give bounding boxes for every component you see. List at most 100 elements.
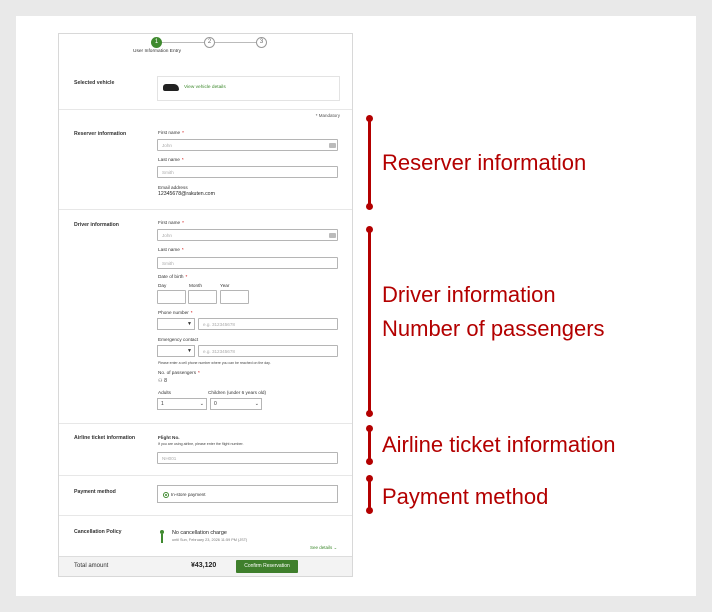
phone-label-text: Phone number — [158, 310, 189, 315]
section-divider — [59, 515, 352, 516]
section-divider — [59, 209, 352, 210]
step-connector — [162, 42, 204, 43]
step-2-dot: 2 — [204, 37, 215, 48]
passengers-total: ⚇ 8 — [158, 378, 167, 384]
flight-no-label: Flight No. — [158, 435, 180, 440]
phone-country-select[interactable]: ▼ — [157, 318, 195, 330]
autofill-icon — [329, 143, 336, 148]
bracket-driver — [368, 229, 371, 414]
emergency-contact-label: Emergency contact — [158, 337, 199, 342]
vehicle-card: View vehicle details — [157, 76, 340, 101]
driver-first-name-label: First name * — [158, 220, 184, 225]
bracket-reserver — [368, 118, 371, 207]
dob-label-text: Date of birth — [158, 274, 184, 279]
bracket-end — [366, 475, 373, 482]
total-amount-value: ¥43,120 — [191, 562, 217, 569]
phone-input[interactable]: e.g. 312345678 — [198, 318, 338, 330]
section-divider — [59, 109, 352, 110]
section-label-cancellation: Cancellation Policy — [74, 529, 122, 535]
adults-label: Adults — [158, 390, 172, 395]
annotation-airline: Airline ticket information — [382, 432, 616, 457]
driver-last-name-input[interactable]: Smith — [157, 257, 338, 269]
email-label: Email address — [158, 185, 188, 190]
children-label: Children (under 6 years old) — [208, 390, 267, 395]
payment-option-label: In-store payment — [171, 492, 206, 497]
chevron-down-icon: ⌄ — [199, 401, 204, 407]
see-details-link[interactable]: See details ⌄ — [310, 545, 337, 551]
bracket-end — [366, 507, 373, 514]
cancellation-detail: until Sun, February 23, 2026 11:59 PM (J… — [172, 538, 248, 542]
reserver-last-name-label: Last name * — [158, 157, 184, 162]
section-divider — [59, 423, 352, 424]
reserver-first-name-label: First name * — [158, 130, 184, 135]
summary-footer: Total amount ¥43,120 Confirm Reservation — [59, 556, 352, 576]
step-1-label: User Information Entry — [133, 49, 181, 54]
emergency-contact-input[interactable]: e.g. 312345678 — [198, 345, 338, 357]
dob-year-input[interactable] — [220, 290, 249, 304]
section-label-payment: Payment method — [74, 489, 116, 495]
flight-no-input[interactable]: NH001 — [157, 452, 338, 464]
section-divider — [59, 475, 352, 476]
driver-last-name-label-text: Last name — [158, 247, 180, 252]
driver-first-name-label-text: First name — [158, 220, 181, 225]
caret-down-icon: ▼ — [187, 321, 192, 327]
dob-day-input[interactable] — [157, 290, 186, 304]
reserver-last-name-label-text: Last name — [158, 157, 180, 162]
see-details-text: See details — [310, 545, 333, 550]
bracket-airline — [368, 428, 371, 462]
annotation-payment: Payment method — [382, 484, 549, 509]
bracket-end — [366, 226, 373, 233]
bracket-end — [366, 203, 373, 210]
section-label-airline: Airline ticket information — [74, 435, 136, 441]
dob-year-label: Year — [220, 283, 230, 288]
section-label-reserver: Reserver information — [74, 131, 127, 137]
driver-first-name-input[interactable]: John — [157, 229, 338, 241]
bracket-end — [366, 115, 373, 122]
bracket-end — [366, 410, 373, 417]
emergency-country-select[interactable]: ▼ — [157, 345, 195, 357]
section-label-selected-vehicle: Selected vehicle — [74, 80, 115, 86]
emergency-contact-note: Please enter a cell phone number where y… — [158, 361, 271, 365]
caret-down-icon: ▼ — [187, 348, 192, 354]
cancellation-title: No cancellation charge — [172, 530, 227, 536]
annotation-reserver: Reserver information — [382, 150, 587, 175]
dob-month-input[interactable] — [188, 290, 217, 304]
email-value: 12345678@rakuten.com — [158, 191, 215, 197]
chevron-down-icon: ⌄ — [254, 401, 259, 407]
children-select[interactable]: 0 ⌄ — [210, 398, 262, 410]
reserver-first-name-input[interactable]: John — [157, 139, 338, 151]
payment-option-in-store[interactable]: In-store payment — [157, 485, 338, 503]
annotation-driver: Driver information — [382, 282, 556, 307]
view-vehicle-details-link[interactable]: View vehicle details — [184, 85, 226, 90]
dob-month-label: Month — [189, 283, 203, 288]
step-1-dot: 1 — [151, 37, 162, 48]
driver-last-name-label: Last name * — [158, 247, 184, 252]
total-amount-label: Total amount — [74, 563, 109, 569]
flight-no-note: If you are using airline, please enter t… — [158, 442, 244, 446]
radio-selected-dot — [165, 494, 167, 496]
autofill-icon — [329, 233, 336, 238]
reservation-form: 1 2 3 User Information Entry Selected ve… — [58, 33, 353, 577]
passengers-label: No. of passengers * — [158, 370, 200, 375]
section-label-driver: Driver information — [74, 222, 119, 228]
passengers-label-text: No. of passengers — [158, 370, 197, 375]
bracket-end — [366, 458, 373, 465]
car-icon — [163, 84, 179, 91]
radio-selected-icon — [163, 492, 169, 498]
step-3-dot: 3 — [256, 37, 267, 48]
adults-select[interactable]: 1 ⌄ — [157, 398, 207, 410]
children-select-value: 0 — [214, 401, 217, 407]
chevron-down-icon: ⌄ — [333, 545, 338, 550]
step-connector — [215, 42, 256, 43]
dob-day-label: Day — [158, 283, 167, 288]
confirm-reservation-button[interactable]: Confirm Reservation — [236, 560, 298, 573]
timeline-line — [161, 534, 163, 543]
person-icon: ⚇ — [158, 378, 163, 384]
bracket-end — [366, 425, 373, 432]
annotation-passengers: Number of passengers — [382, 316, 605, 341]
mandatory-note: * Mandatory — [315, 113, 340, 118]
reserver-last-name-input[interactable]: Smith — [157, 166, 338, 178]
phone-label: Phone number * — [158, 310, 193, 315]
passengers-total-value: 8 — [164, 378, 167, 384]
reserver-first-name-label-text: First name — [158, 130, 181, 135]
